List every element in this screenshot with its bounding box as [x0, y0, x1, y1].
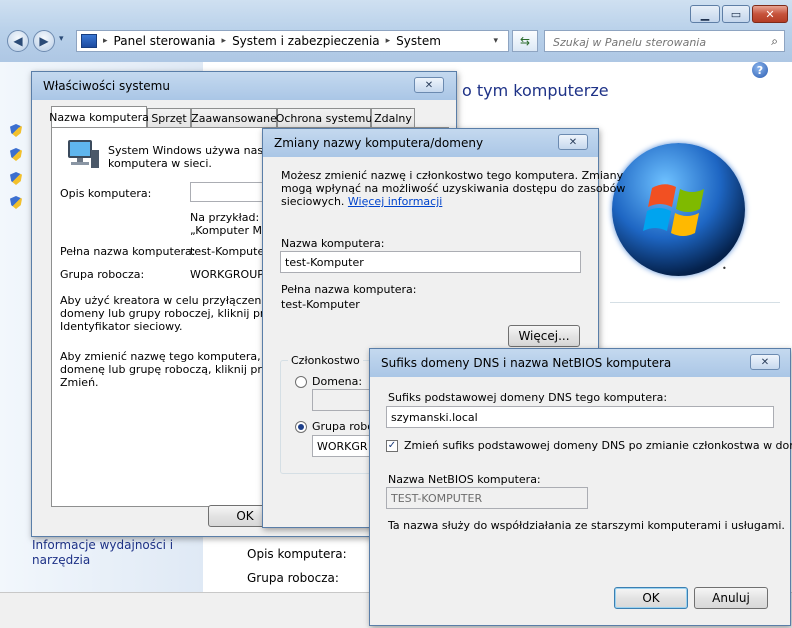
membership-label: Członkostwo: [288, 354, 363, 367]
tab-strip: Nazwa komputera Sprzęt Zaawansowane Ochr…: [49, 106, 451, 129]
uac-shield-icon: [10, 124, 22, 137]
full-name-label: Pełna nazwa komputera:: [281, 283, 417, 296]
close-icon: ✕: [424, 79, 434, 91]
computer-description-label: Opis komputera:: [247, 547, 347, 561]
breadcrumb-separator-icon: ▸: [103, 36, 108, 46]
back-button[interactable]: ◀: [7, 30, 29, 52]
help-icon[interactable]: ?: [752, 62, 768, 78]
window-close-button[interactable]: ✕: [752, 5, 788, 23]
back-arrow-icon: ◀: [13, 34, 23, 48]
windows-flag-icon: [643, 184, 704, 236]
dialog-title-bar: Sufiks domeny DNS i nazwa NetBIOS komput…: [370, 349, 790, 377]
workgroup-label: Grupa robocza:: [60, 268, 145, 281]
performance-info-link[interactable]: Informacje wydajności i narzędzia: [32, 538, 173, 568]
network-id-text: Aby użyć kreatora w celu przyłączenia si…: [60, 294, 291, 307]
search-icon[interactable]: ⌕: [771, 34, 778, 49]
search-box[interactable]: ⌕: [544, 30, 785, 52]
refresh-button[interactable]: ⇆: [512, 30, 538, 52]
intro-line: sieciowych. Więcej informacji: [281, 195, 442, 208]
full-name-value: test-Komputer: [190, 245, 269, 258]
more-button[interactable]: Więcej...: [508, 325, 580, 347]
dns-suffix-dialog: Sufiks domeny DNS i nazwa NetBIOS komput…: [369, 348, 792, 626]
address-bar[interactable]: ▸ Panel sterowania ▸ System i zabezpiecz…: [76, 30, 509, 52]
change-suffix-checkbox[interactable]: ✓: [386, 440, 398, 452]
close-icon: ✕: [568, 136, 578, 148]
intro-line: System Windows używa następ: [108, 144, 282, 157]
more-info-link[interactable]: Więcej informacji: [348, 195, 442, 208]
dialog-title-bar: Zmiany nazwy komputera/domeny ✕: [263, 129, 598, 157]
page-header: o tym komputerze: [462, 81, 609, 100]
close-button[interactable]: ✕: [558, 134, 588, 150]
uac-shield-icon: [10, 196, 22, 209]
domain-radio[interactable]: [295, 376, 307, 388]
forward-arrow-icon: ▶: [39, 34, 49, 48]
search-input[interactable]: [551, 32, 765, 52]
intro-text: sieciowych.: [281, 195, 345, 208]
computer-name-input[interactable]: [280, 251, 581, 273]
windows-logo-icon: [612, 143, 745, 276]
control-panel-icon: [81, 34, 97, 48]
full-name-label: Pełna nazwa komputera:: [60, 245, 196, 258]
tab-hardware[interactable]: Sprzęt: [147, 108, 191, 127]
divider: [610, 302, 780, 303]
minimize-button[interactable]: ▁: [690, 5, 720, 23]
forward-button[interactable]: ▶: [33, 30, 55, 52]
rename-text: Zmień.: [60, 376, 99, 389]
tab-computer-name[interactable]: Nazwa komputera: [49, 106, 149, 127]
domain-label: Domena:: [312, 375, 363, 388]
workgroup-input[interactable]: [312, 435, 372, 457]
cancel-button[interactable]: Anuluj: [694, 587, 768, 609]
refresh-arrows-icon: ⇆: [519, 34, 531, 48]
maximize-button[interactable]: ▭: [722, 5, 750, 23]
workgroup-value: WORKGROUP: [190, 268, 264, 281]
close-button[interactable]: ✕: [414, 77, 444, 93]
network-id-text: Identyfikator sieciowy.: [60, 320, 183, 333]
tab-system-protection[interactable]: Ochrona systemu: [276, 108, 372, 127]
dialog-title: Sufiks domeny DNS i nazwa NetBIOS komput…: [381, 356, 672, 370]
breadcrumb-item[interactable]: Panel sterowania: [114, 34, 216, 48]
change-suffix-label: Zmień sufiks podstawowej domeny DNS po z…: [404, 439, 792, 452]
domain-input[interactable]: [312, 389, 372, 411]
tab-remote[interactable]: Zdalny: [371, 108, 415, 127]
workgroup-label: Grupa robocza:: [247, 571, 339, 585]
workgroup-radio[interactable]: [295, 421, 307, 433]
ok-button[interactable]: OK: [614, 587, 688, 609]
dns-suffix-input[interactable]: [386, 406, 774, 428]
trademark-mark: •: [722, 264, 727, 273]
breadcrumb-item[interactable]: System: [396, 34, 441, 48]
recent-pages-chevron-icon[interactable]: ▾: [59, 34, 64, 44]
rename-text: domenę lub grupę roboczą, kliknij przyci…: [60, 363, 296, 376]
close-icon: ✕: [760, 356, 770, 368]
breadcrumb-separator-icon: ▸: [221, 36, 227, 46]
address-dropdown-icon[interactable]: ▾: [493, 36, 498, 46]
rename-text: Aby zmienić nazwę tego komputera, jego: [60, 350, 288, 363]
example-line: „Komputer Mar: [190, 224, 274, 237]
intro-line: komputera w sieci.: [108, 157, 212, 170]
dialog-title: Właściwości systemu: [43, 79, 170, 93]
computer-name-label: Nazwa komputera:: [281, 237, 385, 250]
dialog-title-bar: Właściwości systemu ✕: [32, 72, 456, 100]
tab-advanced[interactable]: Zaawansowane: [191, 108, 277, 127]
link-line: narzędzia: [32, 553, 91, 567]
breadcrumb-item[interactable]: System i zabezpieczenia: [232, 34, 380, 48]
intro-line: Możesz zmienić nazwę i członkostwo tego …: [281, 169, 624, 182]
netbios-value: [386, 487, 588, 509]
description-label: Opis komputera:: [60, 187, 152, 200]
uac-shield-icon: [10, 148, 22, 161]
dns-suffix-label: Sufiks podstawowej domeny DNS tego kompu…: [388, 391, 668, 404]
close-button[interactable]: ✕: [750, 354, 780, 370]
uac-shield-icon: [10, 172, 22, 185]
link-line: Informacje wydajności i: [32, 538, 174, 552]
intro-line: mogą wpłynąć na możliwość uzyskiwania do…: [281, 182, 626, 195]
breadcrumb-separator-icon: ▸: [385, 36, 391, 46]
full-name-value: test-Komputer: [281, 298, 360, 311]
netbios-label: Nazwa NetBIOS komputera:: [388, 473, 541, 486]
netbios-note: Ta nazwa służy do współdziałania ze star…: [388, 519, 785, 532]
computer-icon: [68, 140, 99, 168]
dialog-title: Zmiany nazwy komputera/domeny: [274, 136, 484, 150]
